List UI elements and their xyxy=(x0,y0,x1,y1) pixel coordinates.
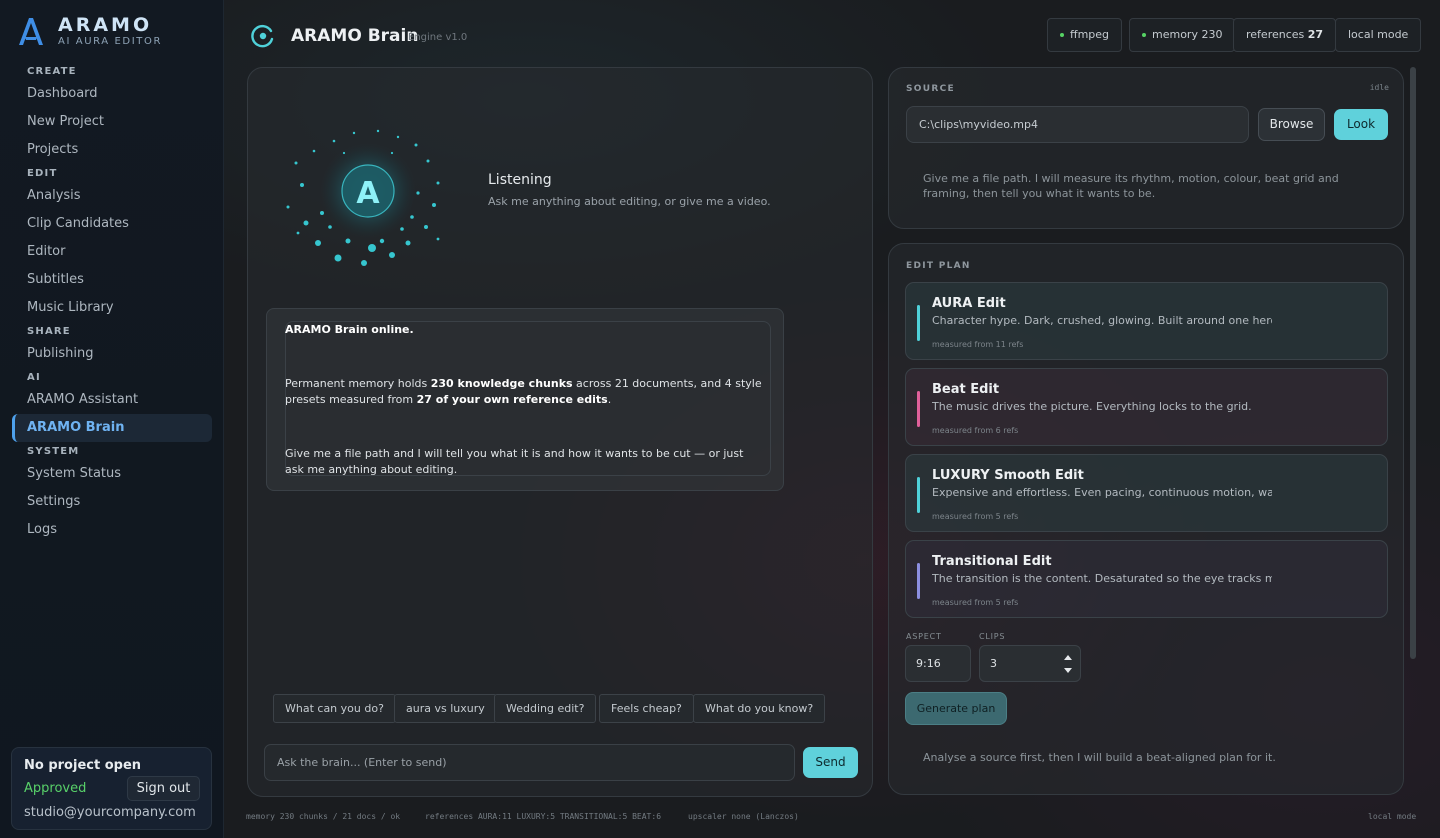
sidebar-item-subtitles[interactable]: Subtitles xyxy=(12,266,212,294)
nav-section-header: EDIT xyxy=(27,168,58,179)
preset-description: The music drives the picture. Everything… xyxy=(932,400,1252,413)
preset-meta: measured from 11 refs xyxy=(932,340,1024,349)
status-mode: local mode xyxy=(1368,812,1417,821)
suggestion-chip[interactable]: Wedding edit? xyxy=(494,694,597,723)
brain-orb-icon: A xyxy=(286,129,440,266)
source-label: SOURCE xyxy=(906,84,955,94)
edit-plan-label: EDIT PLAN xyxy=(906,261,971,271)
account-card: No project open Approved studio@yourcomp… xyxy=(11,747,212,830)
message-line-1: ARAMO Brain online. xyxy=(285,323,414,336)
suggestion-chip[interactable]: Feels cheap? xyxy=(599,694,694,723)
account-email: studio@yourcompany.com xyxy=(24,805,196,820)
sidebar-item-projects[interactable]: Projects xyxy=(12,136,212,164)
preset-accent-bar xyxy=(917,391,920,427)
aspect-label: ASPECT xyxy=(906,632,942,641)
preset-title: Transitional Edit xyxy=(932,554,1052,569)
brain-status-title: Listening xyxy=(488,172,552,188)
sidebar-item-publishing[interactable]: Publishing xyxy=(12,340,212,368)
sign-out-button[interactable]: Sign out xyxy=(127,776,200,801)
message-paragraph-3: Give me a file path and I will tell you … xyxy=(285,447,744,476)
generate-plan-button[interactable]: Generate plan xyxy=(905,692,1007,725)
look-button[interactable]: Look xyxy=(1334,109,1388,140)
source-state: idle xyxy=(1369,83,1389,92)
engine-version: Engine v1.0 xyxy=(408,32,468,43)
source-panel: SOURCE idle C:\clips\myvideo.mp4 Browse … xyxy=(888,67,1404,229)
sidebar-item-dashboard[interactable]: Dashboard xyxy=(12,80,212,108)
preset-accent-bar xyxy=(917,563,920,599)
preset-meta: measured from 5 refs xyxy=(932,512,1019,521)
memory-status-pill: memory 230 xyxy=(1129,18,1236,52)
source-description: Give me a file path. I will measure its … xyxy=(923,172,1339,200)
preset-card[interactable]: Beat Edit The music drives the picture. E… xyxy=(905,368,1388,446)
sidebar-item-editor[interactable]: Editor xyxy=(12,238,212,266)
sidebar-item-clip-candidates[interactable]: Clip Candidates xyxy=(12,210,212,238)
preset-meta: measured from 6 refs xyxy=(932,426,1019,435)
brain-ring-icon xyxy=(251,24,274,48)
project-status: No project open xyxy=(24,758,142,773)
sidebar-item-analysis[interactable]: Analysis xyxy=(12,182,212,210)
suggestion-chip[interactable]: aura vs luxury xyxy=(394,694,497,723)
brand-subtitle: AI AURA EDITOR xyxy=(58,36,162,47)
approval-status: Approved xyxy=(24,781,87,796)
sidebar-item-logs[interactable]: Logs xyxy=(12,516,212,544)
scrollbar[interactable] xyxy=(1410,67,1416,659)
browse-button[interactable]: Browse xyxy=(1258,108,1325,141)
sidebar-item-aramo-assistant[interactable]: ARAMO Assistant xyxy=(12,386,212,414)
chat-panel: A Listening Ask me anything about editin… xyxy=(247,67,873,797)
preset-description: Expensive and effortless. Even pacing, c… xyxy=(932,486,1272,499)
message-paragraph-2: Permanent memory holds 230 knowledge chu… xyxy=(285,377,762,406)
preset-title: Beat Edit xyxy=(932,382,1000,397)
source-path-input[interactable]: C:\clips\myvideo.mp4 xyxy=(906,106,1249,143)
sidebar-item-new-project[interactable]: New Project xyxy=(12,108,212,136)
nav-section-header: SHARE xyxy=(27,326,71,337)
sidebar-nav: CREATE Dashboard New Project Projects EDIT An… xyxy=(12,62,212,544)
ffmpeg-status-pill: ffmpeg xyxy=(1047,18,1123,52)
preset-card[interactable]: AURA Edit Character hype. Dark, crushed, … xyxy=(905,282,1388,360)
references-pill: references 27 xyxy=(1233,18,1337,52)
sidebar-item-music-library[interactable]: Music Library xyxy=(12,294,212,322)
brand-name: ARAMO xyxy=(58,14,153,36)
nav-section-header: SYSTEM xyxy=(27,446,80,457)
preset-accent-bar xyxy=(917,305,920,341)
preset-card[interactable]: Transitional Edit The transition is the c… xyxy=(905,540,1388,618)
suggestion-chip[interactable]: What can you do? xyxy=(273,694,396,723)
preset-title: AURA Edit xyxy=(932,296,1006,311)
brain-status-subtitle: Ask me anything about editing, or give m… xyxy=(488,195,771,208)
clips-label: CLIPS xyxy=(979,632,1006,641)
clips-stepper[interactable]: 3 xyxy=(979,645,1081,682)
status-dot-icon xyxy=(1060,33,1064,37)
sidebar: ARAMO AI AURA EDITOR CREATE Dashboard New … xyxy=(0,0,224,838)
preset-description: The transition is the content. Desaturat… xyxy=(932,572,1272,585)
status-upscaler: upscaler none (Lanczos) xyxy=(688,812,799,821)
page-title: ARAMO Brain xyxy=(291,26,419,46)
stepper-arrows-icon[interactable] xyxy=(1060,649,1076,679)
preset-card[interactable]: LUXURY Smooth Edit Expensive and effortle… xyxy=(905,454,1388,532)
brand: ARAMO AI AURA EDITOR xyxy=(14,14,162,48)
nav-section-header: AI xyxy=(27,372,41,383)
status-dot-icon xyxy=(1142,33,1146,37)
mode-pill: local mode xyxy=(1335,18,1422,52)
edit-plan-panel: EDIT PLAN AURA Edit Character hype. Dark,… xyxy=(888,243,1404,795)
main-area: ARAMO Brain Engine v1.0 ffmpeg memory 23… xyxy=(224,0,1440,838)
sidebar-item-aramo-brain[interactable]: ARAMO Brain xyxy=(12,414,212,442)
ask-brain-input[interactable]: Ask the brain... (Enter to send) xyxy=(264,744,795,781)
svg-text:A: A xyxy=(356,176,380,211)
preset-meta: measured from 5 refs xyxy=(932,598,1019,607)
sidebar-item-settings[interactable]: Settings xyxy=(12,488,212,516)
preset-accent-bar xyxy=(917,477,920,513)
status-references: references AURA:11 LUXURY:5 TRANSITIONAL… xyxy=(425,812,662,821)
suggestion-chip[interactable]: What do you know? xyxy=(693,694,826,723)
preset-title: LUXURY Smooth Edit xyxy=(932,468,1084,483)
send-button[interactable]: Send xyxy=(803,747,858,778)
edit-plan-hint: Analyse a source first, then I will buil… xyxy=(923,751,1276,764)
preset-description: Character hype. Dark, crushed, glowing. … xyxy=(932,314,1272,327)
sidebar-item-system-status[interactable]: System Status xyxy=(12,460,212,488)
aramo-logo-icon xyxy=(19,18,43,45)
status-memory: memory 230 chunks / 21 docs / ok xyxy=(246,812,401,821)
nav-section-header: CREATE xyxy=(27,66,77,77)
aspect-field[interactable]: 9:16 xyxy=(905,645,971,682)
